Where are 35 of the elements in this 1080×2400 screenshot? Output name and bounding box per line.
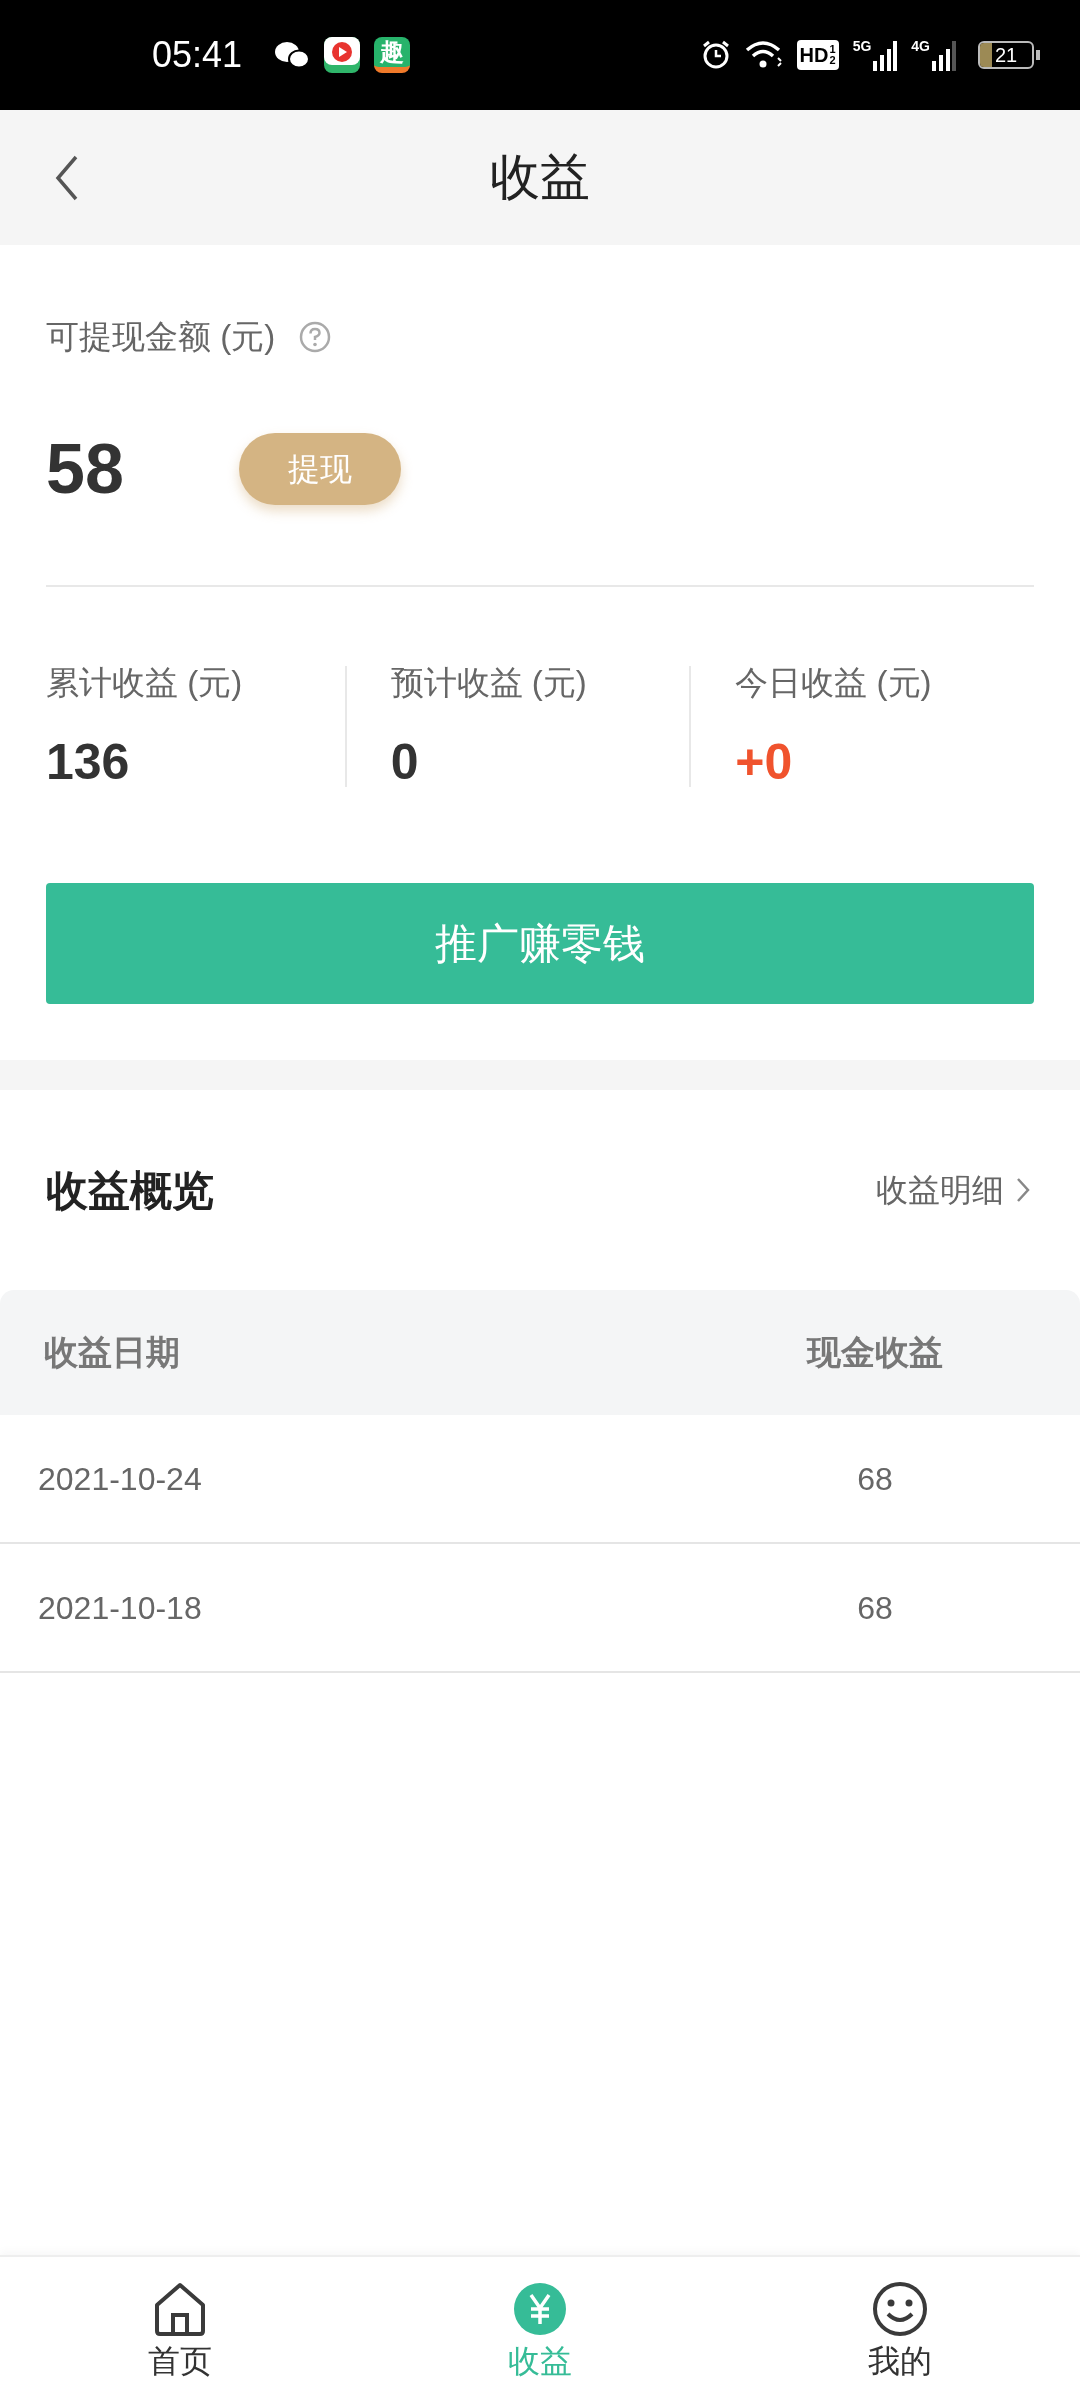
balance-amount: 58: [46, 434, 125, 504]
chat-bubbles-icon: [274, 40, 311, 70]
chevron-right-icon: [1016, 1177, 1030, 1203]
home-icon: [152, 2280, 208, 2337]
section-title: 收益概览: [46, 1165, 214, 1216]
tv-app-icon: [324, 37, 361, 73]
table-cell-text: 68: [856, 1588, 894, 1628]
signal-bars-icon: [873, 41, 898, 71]
stat-value: 0: [390, 737, 420, 787]
table-cell-text: 2021-10-24: [37, 1459, 203, 1499]
stat-label: 预计收益 (元): [390, 666, 588, 699]
net1-label: 5G: [852, 39, 872, 53]
battery-icon: 21: [978, 41, 1034, 69]
stat-label: 累计收益 (元): [46, 666, 244, 699]
stat-label: 今日收益 (元): [735, 666, 933, 699]
table-cell-text: 68: [856, 1459, 894, 1499]
stat-value: 136: [46, 737, 131, 787]
wifi-icon: [744, 40, 783, 70]
smiley-face-icon: [872, 2280, 928, 2337]
clock-time: 05:41: [152, 33, 243, 77]
alarm-clock-icon: [700, 40, 731, 70]
column-header: 现金收益: [805, 1332, 944, 1373]
page-title: 收益: [490, 148, 590, 207]
signal-bars-icon: [932, 41, 956, 71]
app-icon: 趣: [374, 37, 411, 73]
back-chevron-icon: [55, 155, 79, 201]
net2-label: 4G: [911, 39, 930, 53]
column-header: 收益日期: [43, 1332, 181, 1373]
yuan-coin-icon: [512, 2280, 568, 2337]
stat-value: +0: [735, 737, 794, 787]
tab-bar-item[interactable]: 我的: [720, 2257, 1080, 2400]
tab-bar-item[interactable]: 首页: [0, 2257, 360, 2400]
detail-link[interactable]: 收益明细: [876, 1166, 1034, 1214]
balance-label: 可提现金额 (元): [46, 317, 276, 358]
table-cell-text: 2021-10-18: [37, 1588, 203, 1628]
